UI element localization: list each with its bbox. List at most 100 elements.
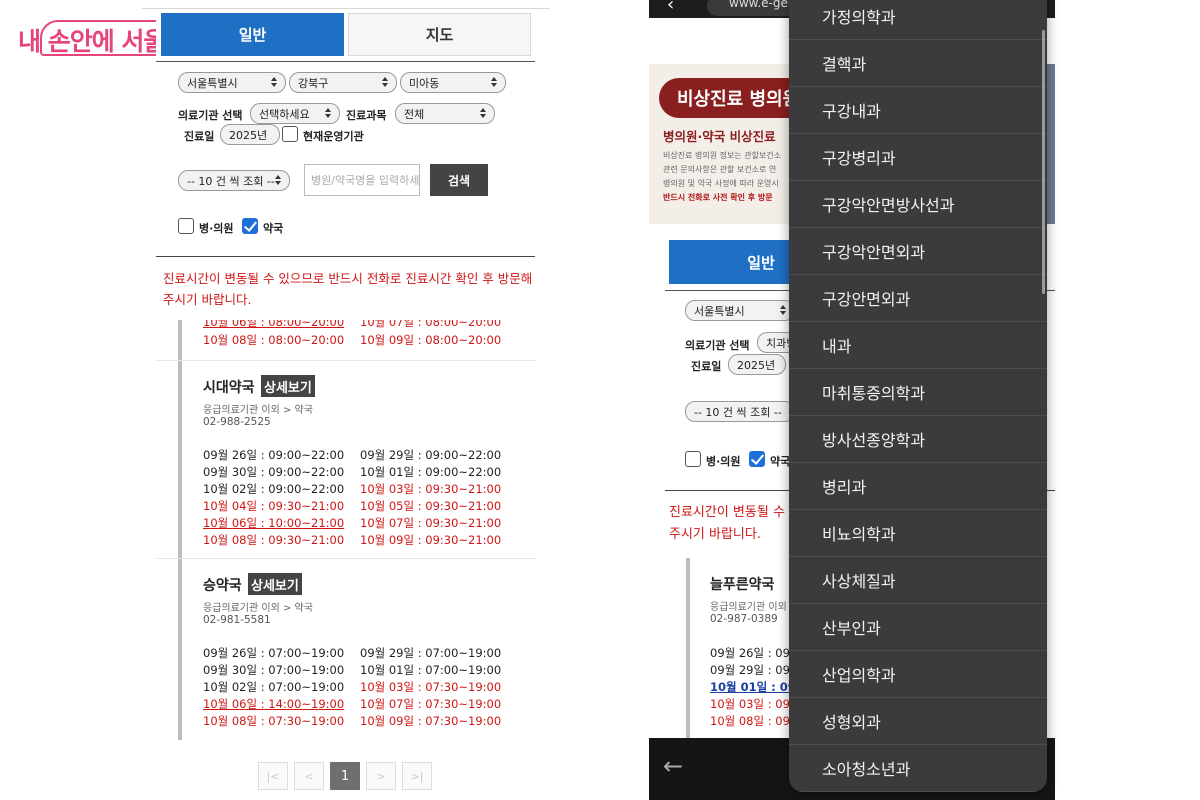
- dropdown-option[interactable]: 병리과: [789, 463, 1047, 510]
- dropdown-option[interactable]: 사상체질과: [789, 557, 1047, 604]
- select-arrows-icon: [478, 107, 488, 121]
- dropdown-scrollbar[interactable]: [1042, 30, 1045, 294]
- dropdown-option[interactable]: 성형외과: [789, 698, 1047, 745]
- hours-cell: 10월 08일 : 08:00~20:00: [203, 333, 345, 347]
- dropdown-option[interactable]: 비뇨의학과: [789, 510, 1047, 557]
- operating-label: 현재운영기관: [303, 130, 364, 143]
- pharmacy-label: 약국: [770, 455, 791, 468]
- detail-button[interactable]: 상세보기: [248, 573, 302, 595]
- subject-select-value: 전체: [404, 107, 425, 121]
- banner-line: 반드시 전화로 사전 확인 후 방문: [663, 193, 773, 202]
- dropdown-option[interactable]: 산업의학과: [789, 651, 1047, 698]
- next-page-button[interactable]: >: [366, 762, 396, 790]
- hours-cell: 10월 03일 : 07:30~19:00: [360, 680, 502, 694]
- seoul-logo: 내 손안에 서울: [18, 20, 192, 58]
- institution-label: 의료기관 선택: [685, 339, 750, 352]
- select-arrows-icon: [273, 174, 283, 188]
- count-select[interactable]: -- 10 건 씩 조회 --: [685, 401, 795, 422]
- hours-cell: 10월 08일 : 09:30~21:00: [203, 533, 345, 547]
- browser-back-icon[interactable]: ‹: [667, 0, 674, 15]
- hours-cell: 09월 26일 : 07:00~19:00: [203, 646, 345, 660]
- hospital-checkbox[interactable]: [178, 218, 194, 234]
- dong-select[interactable]: 미아동: [400, 72, 506, 93]
- operating-checkbox[interactable]: [282, 126, 298, 142]
- dropdown-option[interactable]: 방사선종양학과: [789, 416, 1047, 463]
- pharmacy-checkbox[interactable]: [749, 451, 765, 467]
- search-input[interactable]: 병원/약국명을 입력하세요: [304, 164, 420, 196]
- hospital-label: 병·의원: [706, 455, 741, 468]
- pharmacy-phone: 02-981-5581: [203, 614, 271, 626]
- row-divider: [156, 360, 535, 361]
- banner-line: 비상진료 병의원 정보는 관할보건소: [663, 151, 782, 160]
- dropdown-option[interactable]: 가정의학과: [789, 0, 1047, 40]
- top-divider: [142, 8, 550, 9]
- date-select-value: 2025년: [737, 358, 776, 372]
- filter-divider: [156, 61, 535, 62]
- dropdown-option[interactable]: 구강악안면외과: [789, 228, 1047, 275]
- pharmacy-category: 응급의료기관 이외 > 약국: [203, 405, 313, 416]
- hours-cell: 10월 06일 : 08:00~20:00: [203, 320, 345, 329]
- select-arrows-icon: [380, 76, 390, 90]
- prev-page-button[interactable]: <: [294, 762, 324, 790]
- left-phone-screen: 일반 지도 서울특별시 강북구 미아동 의료기관 선택 선택하세요 진료과목 전…: [142, 0, 550, 800]
- hours-cell: 10월 03일 : 09:30~21:00: [360, 482, 502, 496]
- date-select-value: 2025년: [229, 128, 268, 142]
- dropdown-option[interactable]: 구강병리과: [789, 134, 1047, 181]
- hours-cell: 10월 07일 : 08:00~20:00: [360, 320, 502, 329]
- select-arrows-icon: [269, 76, 279, 90]
- arrow-left-icon[interactable]: ←: [663, 752, 683, 780]
- hospital-checkbox[interactable]: [685, 451, 701, 467]
- date-select[interactable]: 2025년: [728, 354, 786, 375]
- tab-map[interactable]: 지도: [348, 13, 531, 56]
- hours-cell-highlight: 10월 06일 : 10:00~21:00: [203, 516, 345, 530]
- count-select[interactable]: -- 10 건 씩 조회 --: [178, 170, 290, 191]
- district-select[interactable]: 강북구: [289, 72, 397, 93]
- last-page-button[interactable]: >|: [402, 762, 432, 790]
- city-select-value: 서울특별시: [187, 76, 238, 90]
- dong-select-value: 미아동: [409, 76, 440, 90]
- city-select-value: 서울특별시: [694, 304, 745, 318]
- select-arrows-icon: [778, 304, 788, 318]
- results-list[interactable]: 10월 06일 : 08:00~20:00 10월 07일 : 08:00~20…: [156, 320, 535, 740]
- notice-text: 진료시간이 변동될 수 있으므로 반드시 전화로 진료시간 확인 후 방문해주시…: [163, 271, 533, 307]
- hours-cell: 09월 26일 : 09:00~22:00: [203, 448, 345, 462]
- subject-dropdown-list[interactable]: 가정의학과 결핵과 구강내과 구강병리과 구강악안면방사선과 구강악안면외과 구강안면외과 내…: [789, 0, 1047, 792]
- pharmacy-category: 응급의료기관 이외: [710, 602, 787, 613]
- hours-cell: 10월 09일 : 07:30~19:00: [360, 714, 502, 728]
- current-page-button[interactable]: 1: [330, 762, 360, 790]
- pharmacy-category: 응급의료기관 이외 > 약국: [203, 603, 313, 614]
- date-label: 진료일: [184, 130, 215, 143]
- dropdown-option[interactable]: 구강내과: [789, 87, 1047, 134]
- city-select[interactable]: 서울특별시: [685, 300, 795, 321]
- hours-cell: 10월 05일 : 09:30~21:00: [360, 499, 502, 513]
- hours-cell: 10월 09일 : 09:30~21:00: [360, 533, 502, 547]
- dropdown-option[interactable]: 내과: [789, 322, 1047, 369]
- hospital-label: 병·의원: [199, 222, 234, 235]
- dropdown-option[interactable]: 산부인과: [789, 604, 1047, 651]
- city-select[interactable]: 서울특별시: [178, 72, 286, 93]
- search-button[interactable]: 검색: [430, 164, 488, 196]
- pagination: |< < 1 > >|: [258, 762, 432, 790]
- dropdown-option[interactable]: 소아청소년과: [789, 745, 1047, 792]
- hours-cell: 09월 29일 : 09: [710, 663, 790, 677]
- hours-cell: 10월 01일 : 07:00~19:00: [360, 663, 502, 677]
- dropdown-option[interactable]: 결핵과: [789, 40, 1047, 87]
- hours-cell: 10월 07일 : 09:30~21:00: [360, 516, 502, 530]
- detail-button[interactable]: 상세보기: [261, 375, 315, 397]
- banner-line: 관련 문의사항은 관할 보건소로 연: [663, 165, 777, 174]
- first-page-button[interactable]: |<: [258, 762, 288, 790]
- screenshot-root: 내 손안에 서울 일반 지도 서울특별시 강북구 미아동 의료기관 선택 선택하…: [0, 0, 1200, 800]
- dropdown-option[interactable]: 구강악안면방사선과: [789, 181, 1047, 228]
- select-arrows-icon: [323, 107, 333, 121]
- hours-cell: 10월 01일 : 09:00~22:00: [360, 465, 502, 479]
- hours-cell: 10월 09일 : 08:00~20:00: [360, 333, 502, 347]
- institution-select[interactable]: 선택하세요: [250, 103, 340, 124]
- results-divider: [156, 256, 535, 257]
- pharmacy-checkbox[interactable]: [242, 218, 258, 234]
- tab-general[interactable]: 일반: [161, 13, 344, 56]
- date-select[interactable]: 2025년: [220, 124, 280, 145]
- dropdown-option[interactable]: 구강안면외과: [789, 275, 1047, 322]
- subject-label: 진료과목: [346, 109, 387, 122]
- subject-select[interactable]: 전체: [395, 103, 495, 124]
- dropdown-option[interactable]: 마취통증의학과: [789, 369, 1047, 416]
